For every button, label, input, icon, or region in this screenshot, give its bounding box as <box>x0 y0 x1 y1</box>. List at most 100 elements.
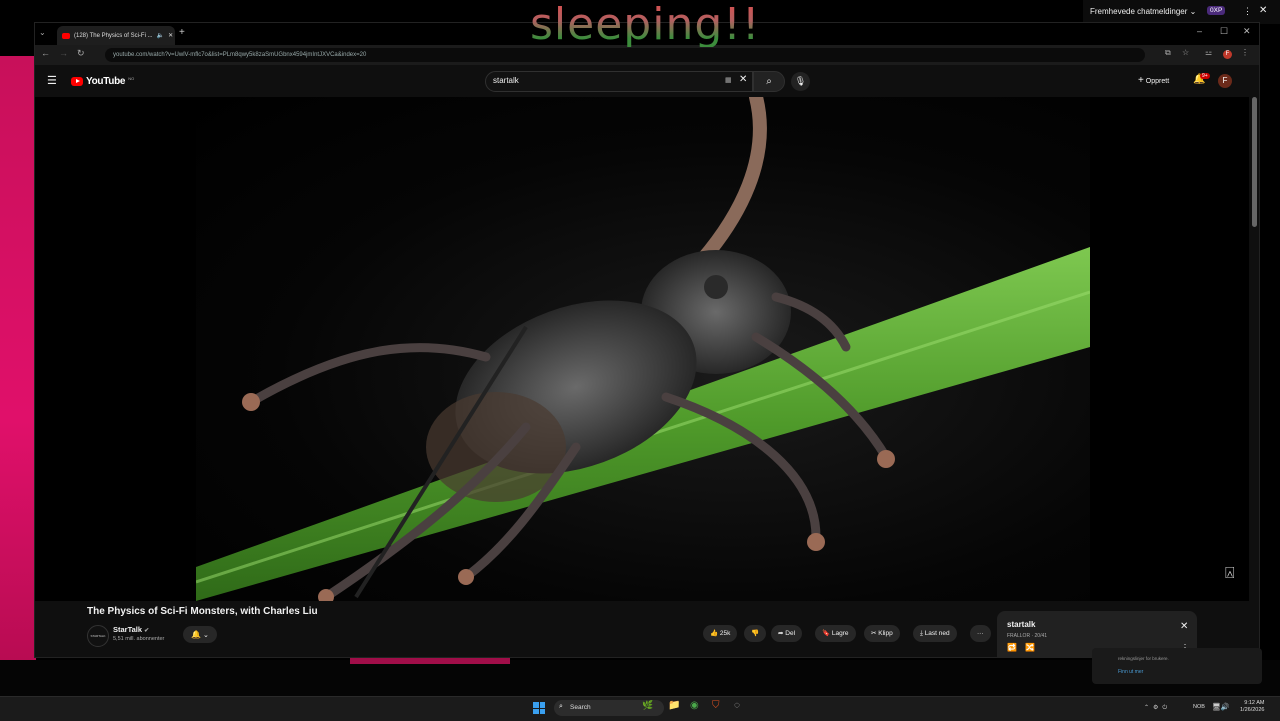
clock-date: 1/26/2026 <box>1240 707 1265 713</box>
desktop-wallpaper-left <box>0 56 36 662</box>
search-icon: ⌕ <box>559 703 563 710</box>
system-tray-icons[interactable]: ⌃⚙⏻ <box>1144 704 1171 712</box>
notification-learn-more-link[interactable]: Finn ut mer <box>1118 669 1143 675</box>
voice-search-button[interactable]: 🎙 <box>791 72 810 91</box>
tab-audio-icon[interactable]: 🔈 <box>157 32 164 39</box>
scissors-icon: ✂ <box>871 630 877 637</box>
search-query-text: startalk <box>493 76 519 85</box>
tab-search-icon[interactable]: ⌄ <box>39 28 46 37</box>
browser-profile-avatar[interactable]: F <box>1223 50 1232 59</box>
xp-badge[interactable]: 0XP <box>1207 6 1226 15</box>
chrome-icon[interactable]: ◉ <box>690 700 699 711</box>
clock-time: 9:12 AM <box>1244 700 1265 706</box>
back-icon[interactable]: ← <box>41 48 50 58</box>
playlist-title[interactable]: startalk <box>1007 620 1035 629</box>
featured-chat-label: Fremhevede chatmeldinger <box>1090 7 1188 16</box>
browser-menu-icon[interactable]: ⋮ <box>1241 48 1249 57</box>
maximize-button[interactable]: ☐ <box>1220 26 1228 37</box>
youtube-region-code: NO <box>128 76 135 81</box>
download-button[interactable]: ⤓ Last ned <box>913 625 957 642</box>
youtube-logo-text: YouTube <box>86 76 126 87</box>
network-volume-icon[interactable]: 🖥🔊 <box>1212 703 1230 711</box>
playlist-close-icon[interactable]: ✕ <box>1180 621 1188 632</box>
tab-title: (128) The Physics of Sci-Fi ... <box>74 32 153 39</box>
keyboard-icon[interactable]: ▦ <box>725 76 732 84</box>
reload-icon[interactable]: ↻ <box>77 48 85 59</box>
youtube-favicon-icon <box>62 32 70 39</box>
youtube-play-icon <box>71 77 83 86</box>
close-window-button[interactable]: ✕ <box>1243 26 1251 37</box>
taskbar-search-label: Search <box>570 704 591 711</box>
bookmark-star-icon[interactable]: ☆ <box>1182 48 1189 57</box>
download-icon: ⤓ <box>920 630 923 637</box>
thumbs-up-icon: 👍 <box>710 630 719 637</box>
forward-icon[interactable]: → <box>59 48 68 58</box>
subscriber-count: 5,51 mill. abonnenter <box>113 636 165 642</box>
hamburger-menu-icon[interactable]: ☰ <box>47 74 57 87</box>
channel-watermark-icon[interactable]: ⍓ <box>1225 565 1235 583</box>
bell-icon: 🔔 <box>191 630 202 639</box>
news-widget-icon[interactable]: 🌿 <box>642 700 653 711</box>
save-button[interactable]: 🔖 Lagre <box>815 625 856 642</box>
subscription-bell-button[interactable]: 🔔 ⌄ <box>183 626 217 643</box>
clip-label: Klipp <box>878 630 893 637</box>
search-button[interactable]: ⌕ <box>753 71 785 92</box>
more-actions-button[interactable]: ··· <box>970 625 991 642</box>
create-label: Opprett <box>1145 78 1170 85</box>
browser-window: ⌄ (128) The Physics of Sci-Fi ... 🔈 ✕ + … <box>34 22 1260 658</box>
notification-count-badge: 9+ <box>1200 73 1210 79</box>
account-avatar[interactable]: F <box>1218 74 1232 88</box>
loop-icon[interactable]: 🔁 <box>1007 643 1017 652</box>
featured-chat-dropdown[interactable]: Fremhevede chatmeldinger ⌄ <box>1090 7 1196 16</box>
brave-icon[interactable]: ⛉ <box>712 700 720 711</box>
save-label: Lagre <box>831 630 849 637</box>
clip-button[interactable]: ✂ Klipp <box>864 625 900 642</box>
video-still-image <box>196 97 1090 601</box>
like-count: 25k <box>719 630 731 637</box>
verified-icon: ✔ <box>144 628 150 634</box>
chevron-down-icon: ⌄ <box>201 632 209 639</box>
app-icon[interactable]: ◌ <box>734 700 740 711</box>
address-bar[interactable]: youtube.com/watch?v=UwlV-mflc7o&list=PLm… <box>105 48 1145 62</box>
page-scrollbar[interactable] <box>1252 97 1257 227</box>
new-tab-button[interactable]: + <box>179 27 185 38</box>
clock[interactable]: 9:12 AM 1/26/2026 <box>1240 700 1264 714</box>
channel-name-text: StarTalk <box>113 625 143 634</box>
chat-more-icon[interactable]: ⋮ <box>1243 6 1252 17</box>
browser-tab-active[interactable]: (128) The Physics of Sci-Fi ... 🔈 ✕ <box>57 26 175 45</box>
chevron-down-icon: ⌄ <box>1189 7 1197 16</box>
clear-search-icon[interactable]: ✕ <box>739 74 747 85</box>
extensions-icon[interactable]: ⚍ <box>1205 48 1212 57</box>
shuffle-icon[interactable]: 🔀 <box>1025 643 1035 652</box>
minimize-button[interactable]: – <box>1197 26 1202 36</box>
microphone-icon: 🎙 <box>794 76 807 86</box>
like-button[interactable]: 👍 25k <box>703 625 738 642</box>
video-frame[interactable] <box>196 97 1090 601</box>
chat-close-icon[interactable]: ✕ <box>1259 5 1267 16</box>
bookmark-icon: 🔖 <box>822 630 831 637</box>
stream-overlay-text: sleeping!! <box>530 0 761 50</box>
notification-popup <box>1092 648 1262 684</box>
install-app-icon[interactable]: ⧉ <box>1165 48 1171 58</box>
share-icon: ➦ <box>778 630 784 637</box>
playlist-position: FRALLOR · 20/41 <box>1007 633 1048 639</box>
channel-avatar[interactable]: STARTALK <box>87 625 109 647</box>
video-title: The Physics of Sci-Fi Monsters, with Cha… <box>87 606 318 617</box>
notification-text: rekningslinjer for brukere. <box>1118 656 1169 661</box>
share-label: Del <box>785 630 796 637</box>
desktop-wallpaper-bottom <box>0 660 1280 696</box>
share-button[interactable]: ➦ Del <box>771 625 803 642</box>
more-horizontal-icon: ··· <box>977 630 984 637</box>
youtube-logo[interactable]: YouTube NO <box>71 76 134 87</box>
language-indicator[interactable]: NOB <box>1193 704 1205 710</box>
dislike-button[interactable]: 👎 <box>744 625 767 642</box>
channel-name[interactable]: StarTalk ✔ <box>113 625 149 634</box>
create-button[interactable]: + Opprett <box>1138 75 1169 86</box>
tab-close-icon[interactable]: ✕ <box>168 32 173 39</box>
search-input[interactable] <box>485 71 753 92</box>
file-explorer-icon[interactable]: 📁 <box>668 700 680 711</box>
download-label: Last ned <box>924 630 950 637</box>
plus-icon: + <box>1138 75 1144 86</box>
search-icon: ⌕ <box>766 76 772 87</box>
windows-start-icon[interactable] <box>533 702 545 714</box>
